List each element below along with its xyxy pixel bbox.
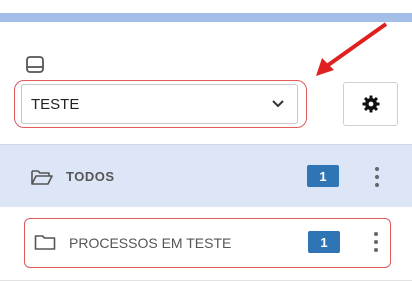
mailbox-select-value: TESTE [31, 96, 80, 113]
count-badge: 1 [307, 165, 339, 187]
chevron-down-icon [272, 100, 284, 108]
folder-item-processos-em-teste[interactable]: PROCESSOS EM TESTE 1 [24, 218, 391, 268]
folder-label: TODOS [66, 169, 115, 184]
inbox-icon [26, 56, 44, 73]
kebab-menu-icon[interactable] [373, 167, 381, 187]
settings-button[interactable] [343, 82, 398, 126]
folder-item-todos[interactable]: TODOS 1 [0, 144, 412, 207]
divider [0, 280, 412, 281]
folder-label: PROCESSOS EM TESTE [69, 235, 232, 251]
count-badge: 1 [308, 231, 340, 253]
kebab-menu-icon[interactable] [372, 232, 380, 252]
red-arrow-annotation [316, 22, 388, 76]
folder-icon [34, 235, 56, 250]
folder-open-icon [31, 170, 53, 185]
gear-icon [362, 95, 379, 113]
mailbox-select[interactable]: TESTE [21, 84, 298, 124]
